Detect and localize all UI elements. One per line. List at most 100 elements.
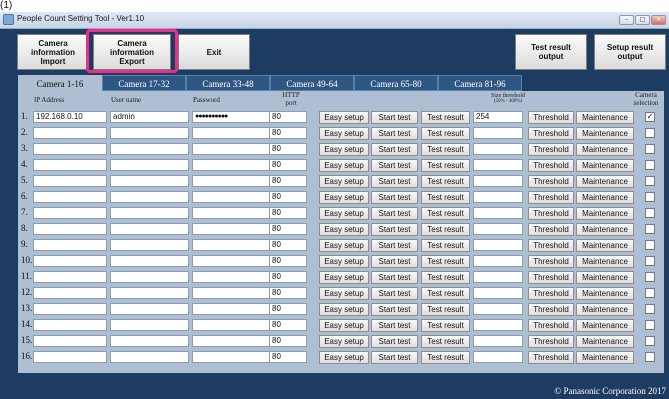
http-port-field[interactable]: 80 <box>269 335 307 347</box>
start-test-button[interactable]: Start test <box>371 303 418 316</box>
easy-setup-button[interactable]: Easy setup <box>319 239 369 252</box>
ip-address-field[interactable] <box>33 207 107 219</box>
start-test-button[interactable]: Start test <box>371 351 418 364</box>
tab-camera-1-16[interactable]: Camera 1-16 <box>18 75 102 91</box>
http-port-field[interactable]: 80 <box>269 127 307 139</box>
maintenance-button[interactable]: Maintenance <box>576 303 634 316</box>
maintenance-button[interactable]: Maintenance <box>576 191 634 204</box>
http-port-field[interactable]: 80 <box>269 175 307 187</box>
easy-setup-button[interactable]: Easy setup <box>319 191 369 204</box>
password-field[interactable] <box>192 287 272 299</box>
camera-selection-checkbox[interactable] <box>645 272 655 282</box>
ip-address-field[interactable] <box>33 127 107 139</box>
user-name-field[interactable] <box>110 223 189 235</box>
maintenance-button[interactable]: Maintenance <box>576 207 634 220</box>
password-field[interactable] <box>192 303 272 315</box>
user-name-field[interactable] <box>110 255 189 267</box>
size-threshold-field[interactable] <box>473 303 523 315</box>
maintenance-button[interactable]: Maintenance <box>576 175 634 188</box>
easy-setup-button[interactable]: Easy setup <box>319 159 369 172</box>
tab-camera-33-48[interactable]: Camera 33-48 <box>186 75 270 91</box>
easy-setup-button[interactable]: Easy setup <box>319 223 369 236</box>
easy-setup-button[interactable]: Easy setup <box>319 175 369 188</box>
size-threshold-field[interactable] <box>473 127 523 139</box>
start-test-button[interactable]: Start test <box>371 271 418 284</box>
easy-setup-button[interactable]: Easy setup <box>319 111 369 124</box>
start-test-button[interactable]: Start test <box>371 335 418 348</box>
tab-camera-81-96[interactable]: Camera 81-96 <box>438 75 522 91</box>
threshold-button[interactable]: Threshold <box>528 127 574 140</box>
threshold-button[interactable]: Threshold <box>528 223 574 236</box>
password-field[interactable] <box>192 255 272 267</box>
easy-setup-button[interactable]: Easy setup <box>319 319 369 332</box>
test-result-button[interactable]: Test result <box>421 335 470 348</box>
user-name-field[interactable] <box>110 335 189 347</box>
password-field[interactable] <box>192 127 272 139</box>
maintenance-button[interactable]: Maintenance <box>576 255 634 268</box>
ip-address-field[interactable] <box>33 255 107 267</box>
size-threshold-field[interactable] <box>473 319 523 331</box>
user-name-field[interactable] <box>110 191 189 203</box>
password-field[interactable] <box>192 175 272 187</box>
start-test-button[interactable]: Start test <box>371 255 418 268</box>
http-port-field[interactable]: 80 <box>269 351 307 363</box>
easy-setup-button[interactable]: Easy setup <box>319 335 369 348</box>
easy-setup-button[interactable]: Easy setup <box>319 143 369 156</box>
password-field[interactable] <box>192 207 272 219</box>
size-threshold-field[interactable] <box>473 223 523 235</box>
test-result-button[interactable]: Test result <box>421 351 470 364</box>
camera-selection-checkbox[interactable]: ✓ <box>645 112 655 122</box>
camera-information-import-button[interactable]: Camera information Import <box>17 34 89 70</box>
minimize-icon[interactable]: – <box>619 15 634 25</box>
user-name-field[interactable] <box>110 239 189 251</box>
start-test-button[interactable]: Start test <box>371 191 418 204</box>
size-threshold-field[interactable] <box>473 143 523 155</box>
threshold-button[interactable]: Threshold <box>528 319 574 332</box>
test-result-button[interactable]: Test result <box>421 255 470 268</box>
user-name-field[interactable] <box>110 143 189 155</box>
password-field[interactable] <box>192 335 272 347</box>
test-result-button[interactable]: Test result <box>421 127 470 140</box>
threshold-button[interactable]: Threshold <box>528 191 574 204</box>
start-test-button[interactable]: Start test <box>371 127 418 140</box>
start-test-button[interactable]: Start test <box>371 143 418 156</box>
start-test-button[interactable]: Start test <box>371 111 418 124</box>
easy-setup-button[interactable]: Easy setup <box>319 207 369 220</box>
maintenance-button[interactable]: Maintenance <box>576 127 634 140</box>
ip-address-field[interactable] <box>33 223 107 235</box>
camera-selection-checkbox[interactable] <box>645 256 655 266</box>
threshold-button[interactable]: Threshold <box>528 143 574 156</box>
easy-setup-button[interactable]: Easy setup <box>319 127 369 140</box>
test-result-button[interactable]: Test result <box>421 111 470 124</box>
start-test-button[interactable]: Start test <box>371 175 418 188</box>
maintenance-button[interactable]: Maintenance <box>576 239 634 252</box>
user-name-field[interactable] <box>110 303 189 315</box>
password-field[interactable]: ●●●●●●●●●● <box>192 111 272 123</box>
ip-address-field[interactable] <box>33 303 107 315</box>
size-threshold-field[interactable] <box>473 287 523 299</box>
threshold-button[interactable]: Threshold <box>528 159 574 172</box>
user-name-field[interactable] <box>110 127 189 139</box>
easy-setup-button[interactable]: Easy setup <box>319 351 369 364</box>
setup-result-output-button[interactable]: Setup result output <box>594 34 666 70</box>
ip-address-field[interactable] <box>33 319 107 331</box>
size-threshold-field[interactable] <box>473 191 523 203</box>
camera-selection-checkbox[interactable] <box>645 160 655 170</box>
camera-selection-checkbox[interactable] <box>645 304 655 314</box>
maintenance-button[interactable]: Maintenance <box>576 223 634 236</box>
maintenance-button[interactable]: Maintenance <box>576 271 634 284</box>
camera-selection-checkbox[interactable] <box>645 128 655 138</box>
user-name-field[interactable] <box>110 175 189 187</box>
tab-camera-65-80[interactable]: Camera 65-80 <box>354 75 438 91</box>
user-name-field[interactable] <box>110 271 189 283</box>
ip-address-field[interactable] <box>33 271 107 283</box>
start-test-button[interactable]: Start test <box>371 207 418 220</box>
threshold-button[interactable]: Threshold <box>528 207 574 220</box>
maintenance-button[interactable]: Maintenance <box>576 143 634 156</box>
ip-address-field[interactable] <box>33 335 107 347</box>
test-result-button[interactable]: Test result <box>421 303 470 316</box>
easy-setup-button[interactable]: Easy setup <box>319 287 369 300</box>
easy-setup-button[interactable]: Easy setup <box>319 303 369 316</box>
start-test-button[interactable]: Start test <box>371 319 418 332</box>
test-result-button[interactable]: Test result <box>421 143 470 156</box>
